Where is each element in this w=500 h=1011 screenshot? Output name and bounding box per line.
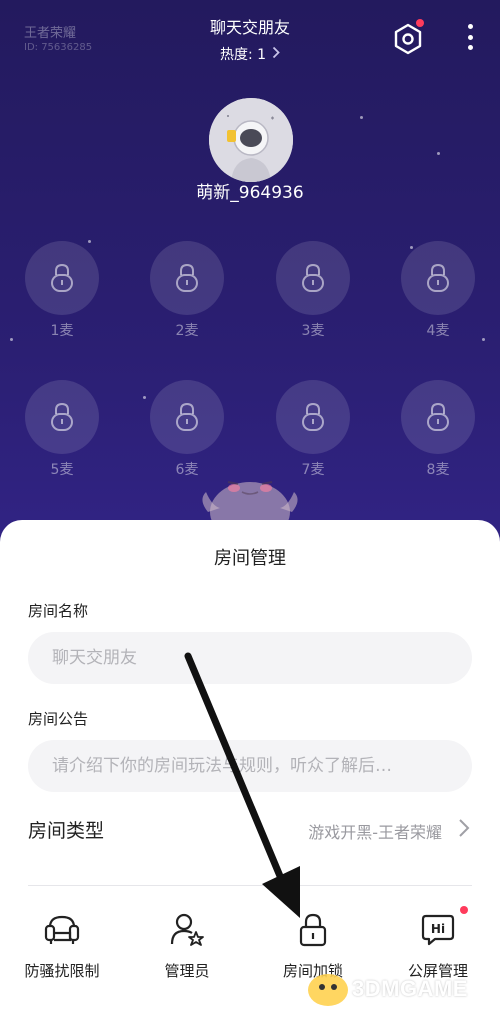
anti-harassment-button[interactable]: 防骚扰限制	[12, 910, 112, 990]
star-decoration	[410, 246, 413, 249]
divider	[28, 885, 472, 886]
room-type-row[interactable]: 房间类型 游戏开黑-王者荣耀	[28, 814, 472, 846]
star-decoration	[88, 240, 91, 243]
heat-label: 热度: 1	[219, 47, 267, 63]
more-dot	[467, 45, 473, 50]
mic-seat-7[interactable]	[276, 380, 350, 454]
mic-seat-label: 3麦	[301, 323, 325, 339]
sofa-shield-icon	[42, 910, 82, 950]
mic-seat-4[interactable]	[401, 241, 475, 315]
settings-button[interactable]	[391, 19, 425, 56]
hi-chat-icon: Hi	[418, 910, 458, 950]
mic-seat-1[interactable]	[25, 241, 99, 315]
mic-seat-label: 4麦	[426, 323, 450, 339]
mic-seat-label: 8麦	[426, 462, 450, 478]
host-name: 萌新_964936	[196, 183, 304, 203]
settings-hex-icon	[394, 23, 422, 55]
action-label: 防骚扰限制	[24, 962, 100, 980]
room-title: 聊天交朋友	[209, 18, 290, 37]
mic-seat-8[interactable]	[401, 380, 475, 454]
host-avatar[interactable]	[209, 98, 293, 182]
mic-seat-6[interactable]	[150, 380, 224, 454]
room-type-value: 游戏开黑-王者荣耀	[308, 823, 442, 842]
lock-icon	[302, 402, 324, 431]
user-star-icon	[167, 910, 207, 950]
lock-icon	[176, 263, 198, 292]
room-name-label: 房间名称	[28, 602, 89, 620]
sheet-title: 房间管理	[214, 548, 286, 569]
lock-icon	[51, 263, 73, 292]
room-type-label: 房间类型	[28, 820, 105, 842]
mic-seat-2[interactable]	[150, 241, 224, 315]
chevron-right-icon	[272, 46, 280, 63]
action-label: 管理员	[164, 962, 210, 980]
svg-text:Hi: Hi	[431, 922, 445, 936]
chevron-right-icon	[458, 818, 470, 842]
mic-seat-label: 2麦	[175, 323, 199, 339]
more-dot	[467, 34, 473, 40]
admin-button[interactable]: 管理员	[137, 910, 237, 990]
room-name-input[interactable]: 聊天交朋友	[28, 632, 472, 684]
star-decoration	[360, 116, 363, 119]
more-dot	[467, 24, 473, 29]
more-menu-button[interactable]	[462, 20, 478, 54]
room-notice-label: 房间公告	[28, 710, 89, 728]
heat-indicator[interactable]: 热度: 1	[0, 44, 500, 64]
room-management-sheet: 房间管理 房间名称 聊天交朋友 房间公告 请介绍下你的房间玩法与规则，听众了解后…	[0, 520, 500, 1011]
star-decoration	[482, 338, 485, 341]
mic-seat-label: 5麦	[50, 462, 74, 478]
lock-icon	[293, 910, 333, 950]
star-decoration	[10, 338, 13, 341]
mic-seat-5[interactable]	[25, 380, 99, 454]
mic-seat-label: 1麦	[50, 323, 74, 339]
watermark-text: 3DMGAME	[352, 976, 468, 1001]
voice-room-screen: 王者荣耀 ID: 75636285 聊天交朋友 热度: 1 萌新_964936 …	[0, 0, 500, 1011]
notification-dot	[460, 906, 468, 914]
astronaut-avatar-icon	[209, 98, 293, 182]
lock-icon	[427, 263, 449, 292]
star-decoration	[437, 152, 440, 155]
mic-seat-3[interactable]	[276, 241, 350, 315]
lock-icon	[176, 402, 198, 431]
notification-dot	[416, 19, 424, 27]
lock-icon	[302, 263, 324, 292]
room-notice-input[interactable]: 请介绍下你的房间玩法与规则，听众了解后…	[28, 740, 472, 792]
lock-icon	[427, 402, 449, 431]
star-decoration	[143, 396, 146, 399]
lock-icon	[51, 402, 73, 431]
